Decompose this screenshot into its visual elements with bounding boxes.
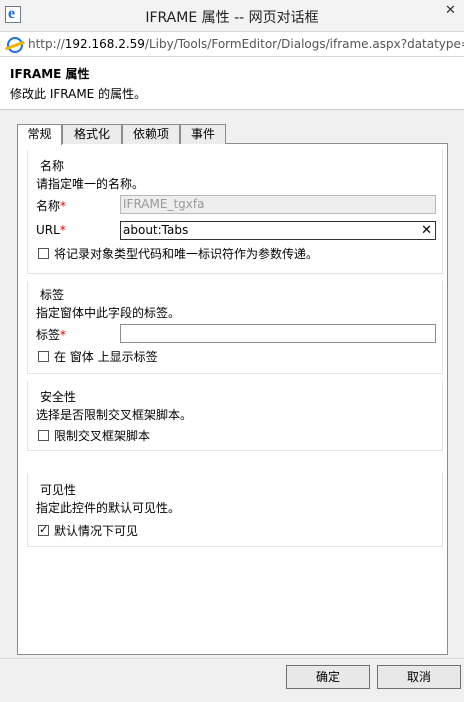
tab-general[interactable]: 常规 bbox=[17, 124, 62, 145]
title-bar: e IFRAME 属性 -- 网页对话框 ✕ bbox=[0, 0, 464, 31]
pass-params-checkbox-row[interactable]: 将记录对象类型代码和唯一标识符作为参数传递。 bbox=[38, 245, 318, 262]
name-section-description: 请指定唯一的名称。 bbox=[36, 177, 145, 191]
security-section-title: 安全性 bbox=[40, 390, 77, 404]
address-url[interactable]: http://192.168.2.59/Liby/Tools/FormEdito… bbox=[28, 37, 464, 51]
ie-logo-icon bbox=[7, 37, 23, 53]
name-field: IFRAME_tgxfa bbox=[120, 195, 436, 214]
ok-button[interactable]: 确定 bbox=[286, 665, 370, 689]
label-section-description: 指定窗体中此字段的标签。 bbox=[36, 306, 181, 320]
tab-dependencies[interactable]: 依赖项 bbox=[122, 124, 180, 144]
pass-params-label: 将记录对象类型代码和唯一标识符作为参数传递。 bbox=[54, 247, 319, 261]
dialog-title: IFRAME 属性 bbox=[10, 67, 90, 81]
cancel-button[interactable]: 取消 bbox=[377, 665, 461, 689]
tab-events[interactable]: 事件 bbox=[180, 124, 226, 144]
visible-default-checkbox[interactable] bbox=[38, 523, 49, 536]
clear-icon[interactable]: ✕ bbox=[421, 222, 432, 239]
close-window-button[interactable]: ✕ bbox=[437, 1, 464, 21]
visible-default-checkbox-row[interactable]: 默认情况下可见 bbox=[38, 522, 138, 539]
show-label-checkbox-row[interactable]: 在 窗体 上显示标签 bbox=[38, 348, 158, 365]
restrict-scripting-checkbox-row[interactable]: 限制交叉框架脚本 bbox=[38, 427, 150, 444]
show-label-checkbox[interactable] bbox=[38, 351, 49, 362]
url-field[interactable]: about:Tabs ✕ bbox=[120, 221, 436, 240]
label-field[interactable] bbox=[120, 324, 436, 343]
dialog-header: IFRAME 属性 修改此 IFRAME 的属性。 bbox=[0, 57, 464, 110]
window-title: IFRAME 属性 -- 网页对话框 bbox=[145, 10, 319, 26]
show-label-label: 在 窗体 上显示标签 bbox=[54, 350, 158, 364]
visible-default-label: 默认情况下可见 bbox=[54, 524, 139, 538]
dialog-description: 修改此 IFRAME 的属性。 bbox=[10, 87, 147, 101]
url-field-label: URL* bbox=[36, 223, 66, 237]
required-mark: * bbox=[60, 328, 67, 342]
pass-params-checkbox[interactable] bbox=[38, 248, 49, 259]
address-bar: http://192.168.2.59/Liby/Tools/FormEdito… bbox=[0, 31, 464, 57]
name-field-label: 名称* bbox=[36, 199, 67, 213]
required-mark: * bbox=[59, 223, 66, 237]
label-field-label: 标签* bbox=[36, 328, 67, 342]
dialog-footer: 确定 取消 bbox=[0, 658, 464, 702]
restrict-scripting-label: 限制交叉框架脚本 bbox=[54, 429, 151, 443]
visibility-section-description: 指定此控件的默认可见性。 bbox=[36, 501, 181, 515]
name-section-title: 名称 bbox=[40, 159, 65, 173]
url-field-value: about:Tabs bbox=[123, 223, 189, 237]
tab-formatting[interactable]: 格式化 bbox=[62, 124, 122, 144]
url-prefix: http:// bbox=[28, 37, 65, 51]
security-section-description: 选择是否限制交叉框架脚本。 bbox=[36, 408, 193, 422]
url-host: 192.168.2.59 bbox=[64, 37, 145, 51]
restrict-scripting-checkbox[interactable] bbox=[38, 430, 49, 441]
url-path: /Liby/Tools/FormEditor/Dialogs/iframe.as… bbox=[144, 37, 464, 51]
visibility-section-title: 可见性 bbox=[40, 483, 77, 497]
label-section-title: 标签 bbox=[40, 288, 65, 302]
required-mark: * bbox=[60, 199, 67, 213]
